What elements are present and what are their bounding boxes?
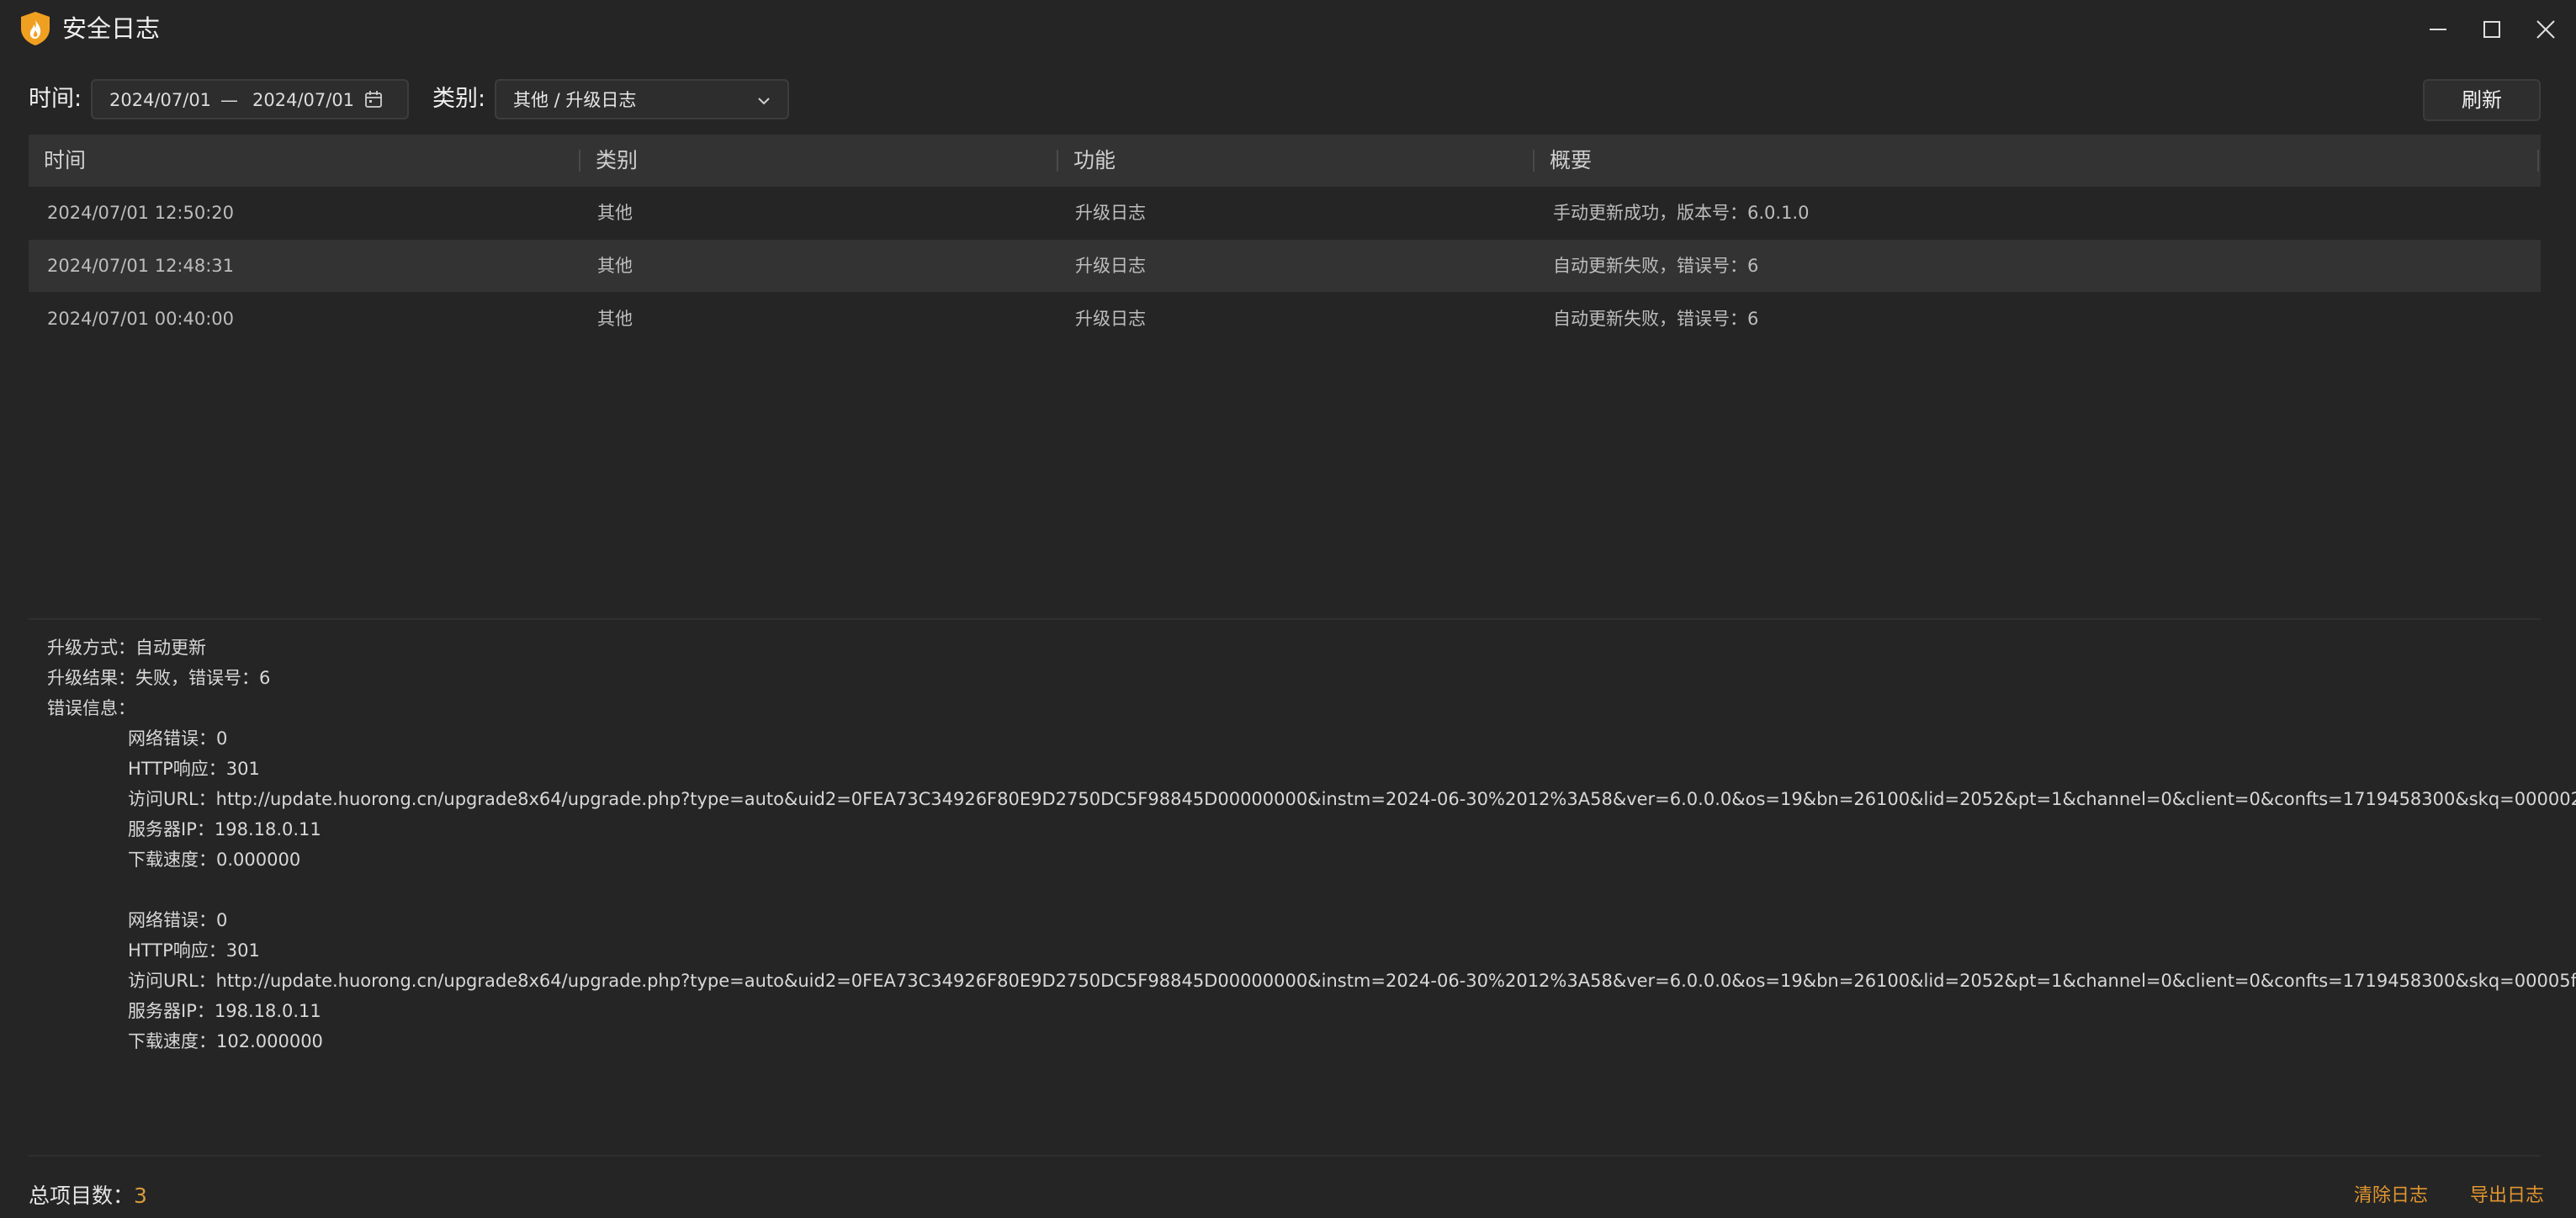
detail-url: 访问URL：http://update.huorong.cn/upgrade8x…	[128, 971, 2576, 991]
cell-time: 2024/07/01 12:50:20	[47, 203, 235, 223]
category-select-value: 其他 / 升级日志	[513, 90, 637, 110]
calendar-icon[interactable]	[363, 89, 384, 113]
maximize-button[interactable]	[2468, 8, 2515, 50]
total-items: 总项目数：3	[29, 1181, 147, 1211]
category-filter-label: 类别:	[432, 86, 486, 112]
cell-summary: 自动更新失败，错误号：6	[1553, 309, 1759, 329]
detail-network-error: 网络错误：0	[128, 910, 228, 930]
detail-server-ip: 服务器IP：198.18.0.11	[128, 819, 321, 839]
export-log-link[interactable]: 导出日志	[2470, 1183, 2544, 1210]
table-row[interactable]: 2024/07/01 12:50:20 其他 升级日志 手动更新成功，版本号：6…	[29, 187, 2541, 239]
total-items-label: 总项目数：	[29, 1184, 135, 1208]
column-divider[interactable]	[1057, 150, 1058, 172]
time-filter-label: 时间:	[29, 86, 82, 112]
close-button[interactable]	[2522, 8, 2569, 50]
column-header-summary[interactable]: 概要	[1550, 146, 1592, 175]
minimize-button[interactable]	[2414, 8, 2462, 50]
category-select[interactable]: 其他 / 升级日志	[495, 79, 789, 119]
cell-category: 其他	[597, 256, 633, 276]
chevron-down-icon	[755, 93, 772, 113]
security-log-window: 安全日志 时间: 2024/07/01 — 2024/07/01 类别: 其他 …	[0, 0, 2576, 1218]
window-title: 安全日志	[62, 14, 161, 43]
table-row[interactable]: 2024/07/01 00:40:00 其他 升级日志 自动更新失败，错误号：6	[29, 293, 2541, 345]
detail-http-response: HTTP响应：301	[128, 759, 260, 779]
detail-download-speed: 下载速度：102.000000	[128, 1031, 323, 1051]
date-separator: —	[220, 90, 238, 110]
minimize-icon	[2430, 29, 2446, 30]
title-bar: 安全日志	[0, 0, 2576, 61]
cell-summary: 自动更新失败，错误号：6	[1553, 256, 1759, 276]
column-divider[interactable]	[2537, 150, 2539, 172]
column-divider[interactable]	[1533, 150, 1534, 172]
panel-divider[interactable]	[29, 618, 2541, 620]
cell-function: 升级日志	[1075, 203, 1146, 223]
detail-download-speed: 下载速度：0.000000	[128, 850, 301, 870]
maximize-icon	[2483, 21, 2500, 38]
column-header-function[interactable]: 功能	[1073, 146, 1116, 175]
detail-http-response: HTTP响应：301	[128, 940, 260, 961]
close-icon	[2536, 20, 2555, 39]
table-header: 时间 类别 功能 概要	[29, 135, 2541, 187]
refresh-button[interactable]: 刷新	[2423, 79, 2541, 121]
column-header-category[interactable]: 类别	[596, 146, 638, 175]
detail-method: 升级方式：自动更新	[47, 638, 206, 658]
footer-divider	[29, 1155, 2541, 1157]
cell-function: 升级日志	[1075, 256, 1146, 276]
shield-flame-icon	[19, 10, 52, 47]
cell-category: 其他	[597, 203, 633, 223]
table-row[interactable]: 2024/07/01 12:48:31 其他 升级日志 自动更新失败，错误号：6	[29, 240, 2541, 292]
date-end[interactable]: 2024/07/01	[252, 89, 354, 111]
detail-server-ip: 服务器IP：198.18.0.11	[128, 1001, 321, 1021]
cell-time: 2024/07/01 00:40:00	[47, 309, 235, 329]
date-range-picker[interactable]: 2024/07/01 — 2024/07/01	[91, 79, 409, 119]
detail-error-info-label: 错误信息：	[47, 698, 135, 718]
detail-url: 访问URL：http://update.huorong.cn/upgrade8x…	[128, 789, 2576, 809]
column-divider[interactable]	[579, 150, 580, 172]
clear-log-link[interactable]: 清除日志	[2354, 1183, 2428, 1210]
column-header-time[interactable]: 时间	[44, 146, 86, 175]
cell-category: 其他	[597, 309, 633, 329]
cell-function: 升级日志	[1075, 309, 1146, 329]
cell-time: 2024/07/01 12:48:31	[47, 256, 235, 276]
cell-summary: 手动更新成功，版本号：6.0.1.0	[1553, 203, 1810, 223]
detail-network-error: 网络错误：0	[128, 728, 228, 749]
detail-result: 升级结果：失败，错误号：6	[47, 668, 271, 688]
total-items-count: 3	[134, 1184, 147, 1208]
date-start[interactable]: 2024/07/01	[109, 89, 211, 111]
